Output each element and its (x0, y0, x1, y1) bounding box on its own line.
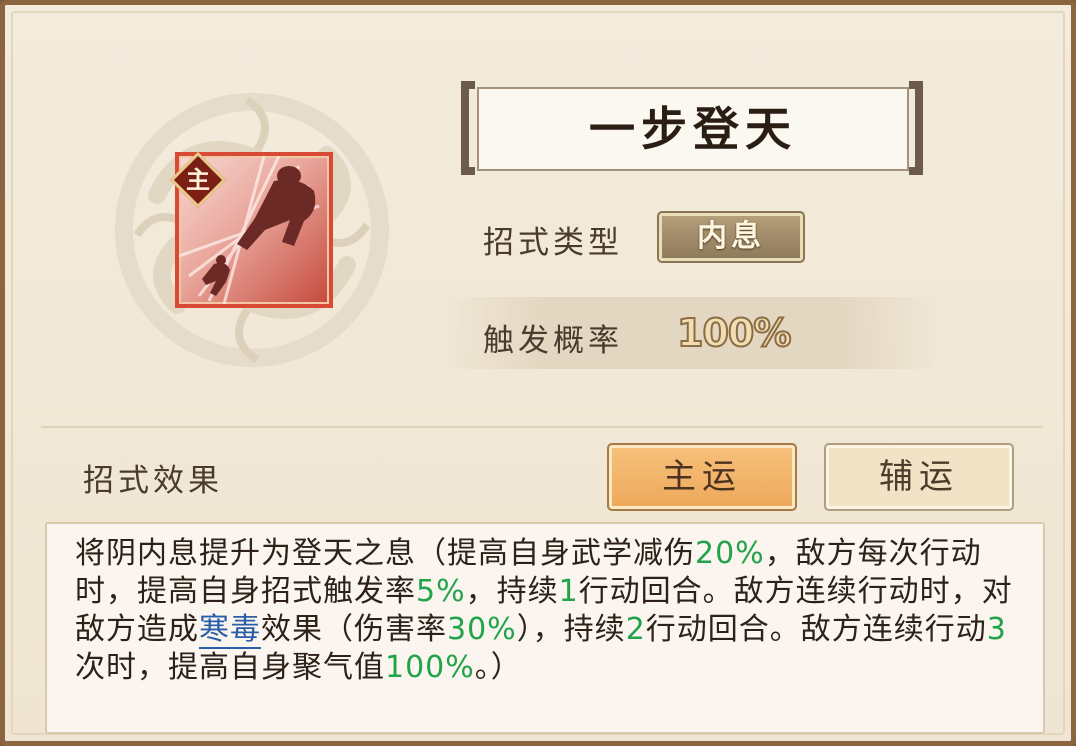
desc-text: 效果（伤害率 (261, 612, 447, 647)
desc-text: ，持续 (465, 574, 559, 609)
desc-value: 2 (625, 612, 646, 647)
trigger-rate-label: 触发概率 (483, 323, 623, 359)
tab-main-run[interactable]: 主运 (607, 443, 797, 511)
desc-value: 30% (447, 612, 517, 647)
desc-value: 5% (416, 574, 466, 609)
title-bracket-right (909, 81, 923, 175)
desc-value: 100% (385, 650, 475, 685)
desc-value: 3 (986, 612, 1007, 647)
skill-type-badge: 内息 (657, 211, 805, 263)
main-badge-label: 主 (186, 165, 210, 194)
cold-poison-link[interactable]: 寒毒 (199, 612, 261, 649)
tab-aux-run[interactable]: 辅运 (824, 443, 1014, 511)
desc-text: 次时，提高自身聚气值 (75, 650, 385, 685)
desc-text: 将阴内息提升为登天之息（提高自身武学减伤 (75, 536, 695, 571)
section-divider (41, 426, 1043, 428)
desc-text: 行动回合。敌方连续行动 (645, 612, 987, 647)
trigger-rate-value: 100% (676, 310, 792, 356)
title-bracket-left (461, 81, 475, 175)
desc-value: 1 (558, 574, 579, 609)
desc-text: ），持续 (516, 612, 626, 647)
desc-value: 20% (695, 536, 765, 571)
skill-detail-panel: 主 一步登天 招式类型 内息 触发概率 100% 招式效果 主运 辅运 将阴内息… (0, 0, 1076, 746)
skill-type-value: 内息 (697, 219, 765, 254)
effect-description: 将阴内息提升为登天之息（提高自身武学减伤20%，敌方每次行动时，提高自身招式触发… (75, 535, 1025, 687)
main-badge-icon: 主 (169, 151, 227, 209)
effect-label: 招式效果 (83, 463, 223, 499)
title-box: 一步登天 (477, 87, 909, 171)
skill-type-label: 招式类型 (483, 225, 623, 261)
skill-name: 一步登天 (589, 102, 797, 156)
desc-text: 。） (474, 650, 522, 685)
